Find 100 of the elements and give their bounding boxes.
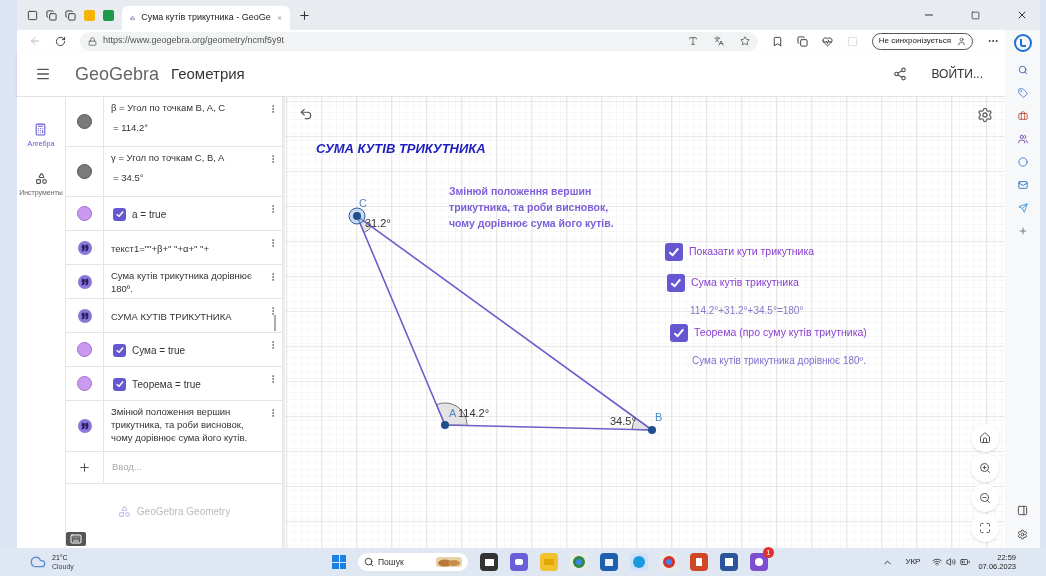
lock-icon[interactable]: [88, 36, 97, 46]
checkbox[interactable]: [113, 207, 126, 221]
point-marker[interactable]: [441, 421, 449, 429]
undo-icon: [299, 107, 313, 121]
new-tab-icon[interactable]: [298, 8, 311, 22]
login-button[interactable]: ВОЙТИ...: [931, 65, 983, 83]
tab-actions-icon[interactable]: [46, 9, 57, 21]
settings-icon[interactable]: [1017, 529, 1028, 540]
app-icon[interactable]: [750, 553, 768, 571]
boolean-text: Сума = true: [132, 343, 186, 358]
canvas-title: СУМА КУТІВ ТРИКУТНИКА: [316, 140, 486, 158]
window-icon[interactable]: [27, 9, 38, 21]
star-icon[interactable]: [739, 36, 750, 46]
panel-icon[interactable]: [1017, 505, 1028, 516]
angle-label: 31.2°: [365, 218, 391, 229]
check-icon: [114, 345, 125, 355]
checkbox[interactable]: [665, 243, 683, 261]
value-text: = 34.5°: [112, 171, 145, 185]
checkbox-label[interactable]: Сума кутів трикутника: [691, 275, 799, 291]
settings-button[interactable]: [977, 107, 993, 123]
brand-logo[interactable]: GeoGebra: [75, 60, 160, 88]
quote-mark-icon: [80, 243, 89, 252]
point-label: B: [655, 412, 663, 423]
maximize-icon[interactable]: [971, 10, 980, 20]
angle-label: 114.2°: [458, 408, 490, 419]
menu-icon[interactable]: [35, 66, 51, 82]
bookmark-icon[interactable]: [771, 35, 783, 47]
boolean-text: a = true: [132, 207, 167, 222]
tab-favicon[interactable]: [103, 9, 114, 21]
expression-text: текст1=""+β+" "+α+" "+: [111, 241, 210, 255]
app-icon[interactable]: [600, 553, 618, 571]
search-field[interactable]: Пошук: [358, 553, 468, 571]
expression-text: β = Угол по точкам B, A, C: [111, 101, 227, 114]
point-marker[interactable]: [648, 426, 656, 434]
volume-icon[interactable]: [946, 557, 957, 567]
language-indicator[interactable]: УКР: [905, 556, 921, 568]
app-icon[interactable]: [720, 553, 738, 571]
checkbox-label[interactable]: Показати кути трикутника: [689, 244, 815, 260]
quote-mark-icon: [80, 311, 89, 320]
tab-actions-icon[interactable]: [65, 9, 76, 21]
collections-icon[interactable]: [796, 35, 808, 47]
checkbox[interactable]: [113, 343, 126, 357]
home-icon: [979, 432, 991, 444]
check-icon: [672, 326, 686, 340]
input-field[interactable]: Ввод...: [104, 452, 282, 483]
translate-icon[interactable]: [713, 36, 724, 46]
send-icon[interactable]: [1017, 203, 1028, 213]
briefcase-icon[interactable]: [1017, 111, 1028, 121]
tab-title: Сума кутів трикутника - GeoGe: [141, 11, 271, 25]
quote-icon[interactable]: [77, 308, 92, 323]
point-label: A: [449, 408, 457, 419]
tag-icon[interactable]: [1017, 88, 1028, 98]
app-icon[interactable]: [480, 553, 498, 571]
browser-tab[interactable]: Сума кутів трикутника - GeoGe: [122, 6, 290, 30]
fullscreen-icon: [979, 522, 991, 534]
start-icon[interactable]: [332, 555, 346, 569]
expression-text: γ = Угол по точкам C, B, A: [111, 151, 226, 164]
quote-icon[interactable]: [77, 274, 92, 289]
check-icon: [667, 245, 681, 259]
settings-icon: [977, 107, 993, 123]
quote-icon[interactable]: [77, 240, 92, 255]
battery-icon[interactable]: [960, 557, 971, 567]
check-icon: [669, 276, 683, 290]
cloud-icon[interactable]: [30, 554, 46, 570]
checkbox[interactable]: [670, 324, 688, 342]
sum-text: 114.2°+31.2°+34.5°=180°: [690, 304, 804, 318]
check-icon: [114, 209, 125, 219]
value-text: = 114.2°: [112, 121, 150, 135]
checkbox-label[interactable]: Теорема (про суму кутів триутника): [694, 325, 867, 341]
users-icon[interactable]: [1017, 134, 1028, 144]
quote-mark-icon: [80, 277, 89, 286]
heart-pulse-icon[interactable]: [821, 35, 833, 47]
app-name: Геометрия: [171, 63, 245, 84]
checkbox[interactable]: [667, 274, 685, 292]
zoom-out-icon: [979, 492, 991, 504]
checkbox[interactable]: [113, 377, 126, 391]
quote-icon[interactable]: [77, 419, 92, 433]
boolean-text: Теорема = true: [132, 377, 201, 392]
close-icon[interactable]: [1016, 9, 1028, 21]
angle-label: 34.5°: [610, 416, 636, 427]
scrollbar: [274, 315, 276, 331]
user-icon: [957, 36, 966, 46]
calculator-icon: [34, 123, 48, 136]
wifi-icon[interactable]: [932, 557, 943, 567]
refresh-icon[interactable]: [55, 35, 66, 47]
quote-mark-icon: [80, 422, 89, 430]
footer-text: GeoGebra Geometry: [136, 505, 231, 519]
mail-icon[interactable]: [1017, 180, 1028, 190]
shapes-icon: [34, 171, 48, 185]
search-icon[interactable]: [1017, 65, 1028, 75]
zoom-in-icon: [979, 462, 991, 474]
share-icon[interactable]: [893, 67, 908, 81]
tab-favicon: [130, 13, 136, 23]
keyboard-button[interactable]: [66, 532, 86, 546]
undo-button[interactable]: [299, 107, 313, 121]
theorem-text: Сума кутів трикутника дорівнює 180º.: [692, 354, 867, 368]
point-marker[interactable]: [353, 212, 361, 220]
add-icon[interactable]: [78, 461, 91, 474]
expression-text: СУМА КУТІВ ТРИКУТНИКА: [111, 309, 233, 323]
keyboard-icon: [70, 533, 82, 545]
